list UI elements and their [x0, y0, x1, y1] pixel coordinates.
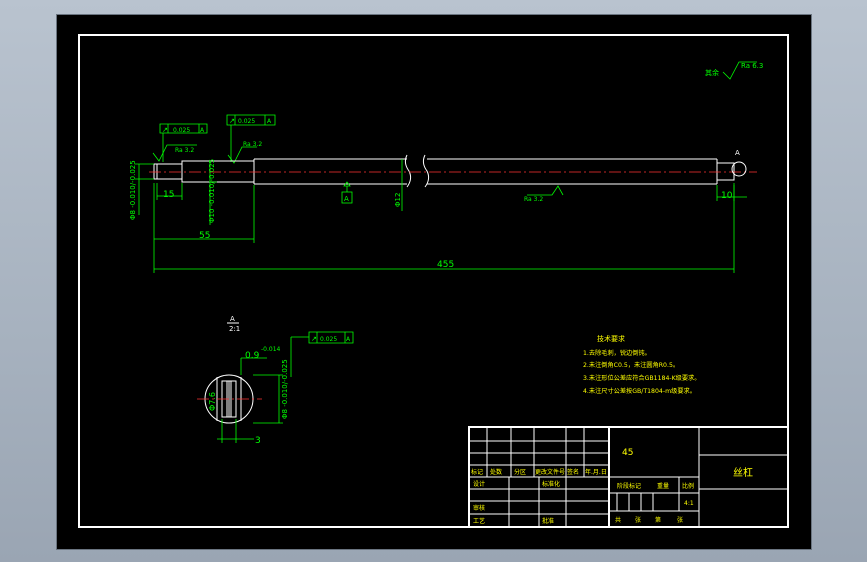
section-view-a: A 2:1 ↗ 0.025 A 0.9 -0.014 3 Φ7.6 Φ8 -0.…: [197, 315, 354, 446]
svg-text:1.去除毛刺，锐边倒钝。: 1.去除毛刺，锐边倒钝。: [583, 349, 651, 357]
svg-text:Φ7.6: Φ7.6: [208, 392, 217, 411]
svg-text:技术要求: 技术要求: [597, 334, 625, 343]
technical-requirements: 技术要求 1.去除毛刺，锐边倒钝。 2.未注倒角C0.5，未注圆角R0.5。 3…: [583, 334, 700, 395]
svg-text:A: A: [230, 315, 235, 323]
svg-text:0.025: 0.025: [238, 118, 255, 125]
svg-text:比例: 比例: [682, 482, 694, 490]
svg-text:↗: ↗: [229, 117, 235, 125]
svg-text:处数: 处数: [490, 468, 502, 476]
svg-text:更改文件号: 更改文件号: [535, 468, 565, 476]
svg-text:张: 张: [677, 516, 683, 524]
svg-text:4:1: 4:1: [684, 500, 694, 507]
svg-text:审核: 审核: [473, 504, 485, 512]
svg-text:Ra 6.3: Ra 6.3: [741, 62, 763, 70]
dimension-10: 10: [716, 185, 747, 201]
svg-text:3.未注形位公差应符合GB1184-K级要求。: 3.未注形位公差应符合GB1184-K级要求。: [583, 374, 700, 382]
svg-text:签名: 签名: [567, 468, 579, 476]
svg-text:A: A: [735, 149, 740, 157]
shaft-profile: [153, 154, 735, 188]
svg-text:标准化: 标准化: [542, 480, 560, 488]
svg-text:3: 3: [255, 436, 261, 446]
dimension-diameter-second: Φ10 -0.010/-0.025: [208, 159, 217, 225]
svg-text:A: A: [344, 195, 349, 203]
svg-text:Ra 3.2: Ra 3.2: [243, 141, 262, 148]
svg-text:设计: 设计: [473, 480, 485, 488]
svg-text:Ra 3.2: Ra 3.2: [524, 196, 543, 203]
svg-text:455: 455: [437, 260, 454, 270]
roughness-bottom: Ra 3.2: [524, 185, 564, 203]
dimension-diameter-left: Φ8 -0.010/-0.025: [129, 160, 154, 220]
svg-text:A: A: [267, 118, 272, 125]
dimension-15: 15: [156, 183, 183, 200]
svg-text:标记: 标记: [471, 468, 483, 476]
svg-text:2:1: 2:1: [229, 325, 240, 333]
svg-text:-0.014: -0.014: [261, 346, 281, 353]
svg-text:Ra 3.2: Ra 3.2: [175, 147, 194, 154]
dimension-455: 455: [153, 183, 735, 273]
dimension-diameter-main: Φ12: [394, 159, 403, 211]
svg-text:15: 15: [163, 190, 174, 200]
svg-text:0.9: 0.9: [245, 351, 260, 361]
svg-text:Φ10 -0.010/-0.025: Φ10 -0.010/-0.025: [208, 159, 216, 223]
svg-text:0.025: 0.025: [173, 127, 190, 134]
svg-text:丝杠: 丝杠: [733, 466, 753, 479]
svg-text:其余: 其余: [705, 68, 719, 77]
svg-text:Φ8 -0.010/-0.025: Φ8 -0.010/-0.025: [281, 359, 289, 419]
tolerance-frame-1: ↗ 0.025 A: [159, 123, 208, 162]
svg-text:共: 共: [615, 516, 621, 524]
svg-text:↗: ↗: [311, 335, 317, 343]
svg-text:4.未注尺寸公差按GB/T1804-m级要求。: 4.未注尺寸公差按GB/T1804-m级要求。: [583, 387, 696, 395]
svg-text:张: 张: [635, 516, 641, 524]
svg-text:45: 45: [622, 448, 633, 458]
svg-text:批准: 批准: [542, 517, 554, 525]
title-block: 45 丝杠 标记 处数 分区 更改文件号 签名 年.月.日 设计 标准化 审核 …: [468, 426, 789, 528]
svg-text:Φ12: Φ12: [394, 193, 402, 207]
roughness-left: Ra 3.2: [152, 144, 197, 162]
drawing-frame: [78, 34, 789, 528]
drawing-canvas: 其余 Ra 6.3 ↗ 0.025 A ↗ 0.025 A Ra 3.2 Ra …: [78, 34, 789, 528]
svg-text:工艺: 工艺: [473, 517, 485, 525]
svg-text:2.未注倒角C0.5，未注圆角R0.5。: 2.未注倒角C0.5，未注圆角R0.5。: [583, 361, 679, 369]
svg-text:55: 55: [199, 231, 210, 241]
roughness-second: Ra 3.2: [227, 141, 262, 164]
svg-text:第: 第: [655, 516, 661, 524]
svg-text:10: 10: [721, 191, 733, 201]
roughness-symbol-general: 其余 Ra 6.3: [705, 61, 763, 80]
svg-text:重量: 重量: [657, 482, 669, 490]
svg-text:Φ8 -0.010/-0.025: Φ8 -0.010/-0.025: [129, 160, 137, 220]
svg-text:0.025: 0.025: [320, 336, 337, 343]
datum-box: A: [341, 181, 353, 204]
svg-text:分区: 分区: [514, 468, 526, 476]
cad-viewport[interactable]: 其余 Ra 6.3 ↗ 0.025 A ↗ 0.025 A Ra 3.2 Ra …: [56, 14, 812, 550]
svg-text:阶段标记: 阶段标记: [617, 482, 641, 490]
svg-text:年.月.日: 年.月.日: [585, 468, 607, 476]
svg-text:A: A: [346, 336, 351, 343]
tolerance-frame-2: ↗ 0.025 A: [226, 114, 276, 162]
svg-text:↗: ↗: [162, 126, 168, 134]
